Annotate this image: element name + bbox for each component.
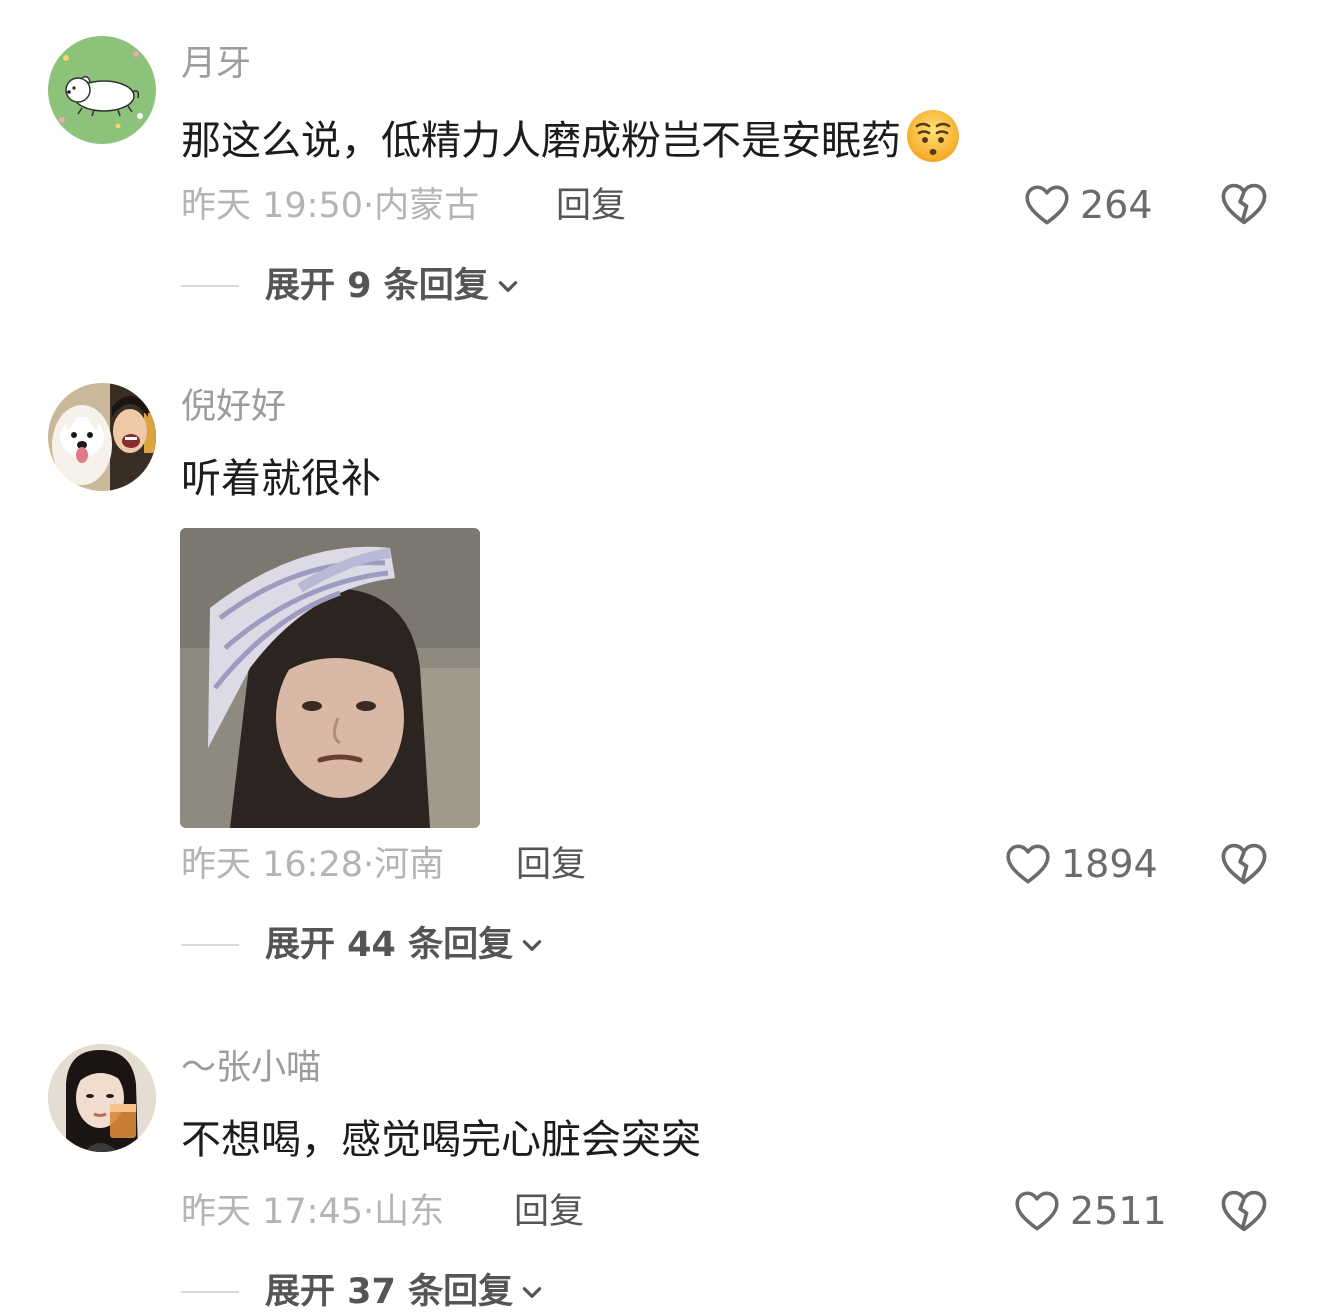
username[interactable]: 月牙 xyxy=(181,42,251,86)
chevron-down-icon xyxy=(522,1287,542,1298)
expand-replies-button[interactable]: 展开 37 条回复 xyxy=(181,1270,545,1314)
like-count: 1894 xyxy=(1061,842,1158,886)
heart-outline-icon xyxy=(1025,185,1069,225)
dislike-button[interactable] xyxy=(1218,178,1270,230)
expand-replies-label: 展开 9 条回复 xyxy=(265,266,489,306)
avatar[interactable] xyxy=(48,1044,156,1152)
location: 河南 xyxy=(374,845,445,885)
location: 内蒙古 xyxy=(374,186,480,226)
dislike-button[interactable] xyxy=(1218,1185,1270,1237)
expand-divider-line xyxy=(181,1291,239,1293)
timestamp: 昨天 17:45 xyxy=(181,1192,363,1232)
meta-separator: · xyxy=(363,1192,375,1232)
like-button[interactable]: 2511 xyxy=(1012,1186,1167,1236)
like-button[interactable]: 264 xyxy=(1022,180,1153,230)
dislike-button[interactable] xyxy=(1218,838,1270,890)
heart-outline-icon xyxy=(1006,844,1050,884)
meme-sticker-girl-headband-image xyxy=(180,528,480,828)
avatar-girl-with-dog-image xyxy=(48,383,156,491)
expand-replies-button[interactable]: 展开 9 条回复 xyxy=(181,264,521,308)
timestamp: 昨天 19:50 xyxy=(181,186,363,226)
avatar[interactable] xyxy=(48,383,156,491)
expand-divider-line xyxy=(181,285,239,287)
comment-text-content: 听着就很补 xyxy=(181,456,381,502)
meta-separator: · xyxy=(363,845,375,885)
avatar-girl-with-drink-image xyxy=(48,1044,156,1152)
chevron-down-icon xyxy=(522,940,542,951)
comment-text: 不想喝，感觉喝完心脏会突突 xyxy=(181,1114,701,1166)
broken-heart-icon xyxy=(1221,843,1267,885)
expand-divider-line xyxy=(181,944,239,946)
meta-separator: · xyxy=(363,186,375,226)
reply-button[interactable]: 回复 xyxy=(556,184,626,228)
expand-replies-label: 展开 44 条回复 xyxy=(265,925,514,965)
comment-text-content: 那这么说，低精力人磨成粉岂不是安眠药 xyxy=(181,118,901,164)
location: 山东 xyxy=(374,1192,445,1232)
heart-outline-icon xyxy=(1015,1191,1059,1231)
expand-replies-label: 展开 37 条回复 xyxy=(265,1272,514,1312)
comment-text: 那这么说，低精力人磨成粉岂不是安眠药 xyxy=(181,108,961,167)
username[interactable]: ～张小喵 xyxy=(181,1046,321,1090)
comment-meta: 昨天 16:28·河南 xyxy=(181,843,444,887)
comment-text: 听着就很补 xyxy=(181,453,381,505)
avatar-dog-cartoon-image xyxy=(48,36,156,144)
comment-text-content: 不想喝，感觉喝完心脏会突突 xyxy=(181,1117,701,1163)
reply-button[interactable]: 回复 xyxy=(514,1190,584,1234)
broken-heart-icon xyxy=(1221,183,1267,225)
chevron-down-icon xyxy=(498,281,517,292)
like-button[interactable]: 1894 xyxy=(1003,839,1158,889)
sleepy-face-emoji-icon xyxy=(905,108,961,164)
comment-sticker-image[interactable] xyxy=(180,528,480,828)
broken-heart-icon xyxy=(1221,1190,1267,1232)
timestamp: 昨天 16:28 xyxy=(181,845,363,885)
expand-replies-button[interactable]: 展开 44 条回复 xyxy=(181,923,545,967)
avatar[interactable] xyxy=(48,36,156,144)
comment-meta: 昨天 19:50·内蒙古 xyxy=(181,184,479,228)
like-count: 264 xyxy=(1080,183,1153,227)
like-count: 2511 xyxy=(1070,1189,1167,1233)
comment-meta: 昨天 17:45·山东 xyxy=(181,1190,444,1234)
username[interactable]: 倪好好 xyxy=(181,385,286,429)
reply-button[interactable]: 回复 xyxy=(516,843,586,887)
